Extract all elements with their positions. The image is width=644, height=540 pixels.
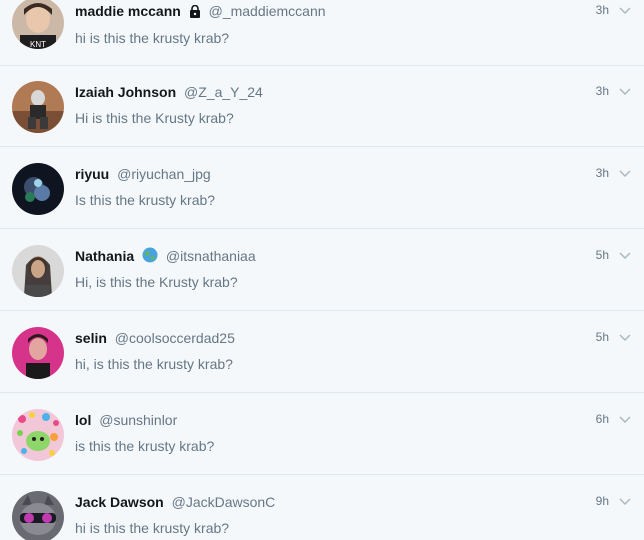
timestamp[interactable]: 9h [596, 493, 609, 509]
chevron-down-icon[interactable] [618, 412, 632, 426]
tweet-header: Nathania @itsnathaniaa [75, 246, 256, 266]
timestamp[interactable]: 3h [596, 83, 609, 99]
tweet-text: hi is this the krusty krab? [75, 520, 230, 536]
chevron-down-icon[interactable] [618, 84, 632, 98]
tweet-header: riyuu @riyuchan_jpg [75, 164, 211, 184]
chevron-down-icon[interactable] [618, 3, 632, 17]
display-name[interactable]: Jack Dawson [75, 494, 164, 510]
timestamp[interactable]: 5h [596, 329, 609, 345]
timestamp[interactable]: 3h [596, 165, 609, 181]
tweet-header: Jack Dawson @JackDawsonC [75, 492, 275, 512]
tweet-text: Hi is this the Krusty krab? [75, 110, 234, 126]
tweet-row[interactable]: Izaiah Johnson @Z_a_Y_24 3h Hi is this t… [0, 66, 644, 147]
tweet-header: maddie mccann @_maddiemccann [75, 1, 326, 21]
user-handle[interactable]: @JackDawsonC [172, 494, 276, 510]
tweet-row[interactable]: selin @coolsoccerdad25 5h hi, is this th… [0, 312, 644, 393]
tweet-text: hi is this the krusty krab? [75, 30, 230, 46]
tweet-text: Hi, is this the Krusty krab? [75, 274, 238, 290]
timestamp[interactable]: 3h [596, 2, 609, 18]
tweet-feed: KNT maddie mccann @_maddiemccann 3h hi i… [0, 0, 644, 540]
chevron-down-icon[interactable] [618, 166, 632, 180]
tweet-row[interactable]: lol @sunshinlor 6h is this the krusty kr… [0, 394, 644, 475]
tweet-row[interactable]: Jack Dawson @JackDawsonC 9h hi is this t… [0, 476, 644, 540]
user-handle[interactable]: @itsnathaniaa [166, 248, 256, 264]
chevron-down-icon[interactable] [618, 494, 632, 508]
display-name[interactable]: maddie mccann [75, 3, 181, 19]
tweet-text: hi, is this the krusty krab? [75, 356, 233, 372]
display-name[interactable]: selin [75, 330, 107, 346]
avatar[interactable] [12, 81, 64, 133]
display-name[interactable]: lol [75, 412, 91, 428]
lock-icon [189, 3, 201, 23]
tweet-header: Izaiah Johnson @Z_a_Y_24 [75, 82, 263, 102]
avatar[interactable]: KNT [12, 0, 64, 49]
chevron-down-icon[interactable] [618, 330, 632, 344]
svg-text:KNT: KNT [30, 40, 46, 49]
avatar[interactable] [12, 163, 64, 215]
user-handle[interactable]: @coolsoccerdad25 [115, 330, 235, 346]
user-handle[interactable]: @sunshinlor [99, 412, 177, 428]
tweet-row[interactable]: riyuu @riyuchan_jpg 3h Is this the krust… [0, 148, 644, 229]
display-name[interactable]: Nathania [75, 248, 134, 264]
chevron-down-icon[interactable] [618, 248, 632, 262]
tweet-row[interactable]: Nathania @itsnathaniaa 5h Hi, is this th… [0, 230, 644, 311]
tweet-row[interactable]: KNT maddie mccann @_maddiemccann 3h hi i… [0, 0, 644, 66]
user-handle[interactable]: @Z_a_Y_24 [184, 84, 263, 100]
avatar[interactable] [12, 491, 64, 540]
display-name[interactable]: riyuu [75, 166, 109, 182]
user-handle[interactable]: @riyuchan_jpg [117, 166, 211, 182]
tweet-text: is this the krusty krab? [75, 438, 215, 454]
display-name[interactable]: Izaiah Johnson [75, 84, 176, 100]
tweet-text: Is this the krusty krab? [75, 192, 216, 208]
timestamp[interactable]: 6h [596, 411, 609, 427]
avatar[interactable] [12, 409, 64, 461]
tweet-header: lol @sunshinlor [75, 410, 177, 430]
avatar[interactable] [12, 245, 64, 297]
timestamp[interactable]: 5h [596, 247, 609, 263]
tweet-header: selin @coolsoccerdad25 [75, 328, 235, 348]
avatar[interactable] [12, 327, 64, 379]
user-handle[interactable]: @_maddiemccann [209, 3, 326, 19]
globe-emoji-icon [142, 247, 158, 268]
